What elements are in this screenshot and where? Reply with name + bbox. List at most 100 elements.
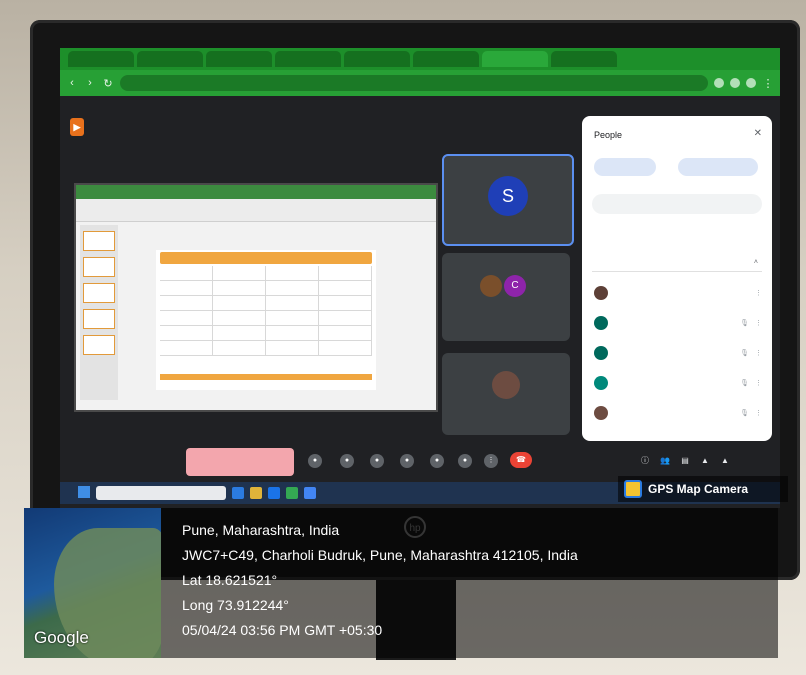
file-explorer-icon[interactable]: [250, 487, 262, 499]
gps-badge: GPS Map Camera: [618, 476, 788, 502]
browser-tab[interactable]: [344, 51, 410, 67]
slide-thumbnail: [83, 309, 115, 329]
monitor-screen: ‹ › ↻ ⋮ ▶ S C People ✕ ˄ ⋮ 🎙 ⋮ 🎙 ⋮ 🎙 ⋮ 🎙…: [60, 48, 780, 508]
browser-tab[interactable]: [206, 51, 272, 67]
gps-address: JWC7+C49, Charholi Budruk, Pune, Maharas…: [182, 547, 578, 563]
gps-timestamp: 05/04/24 03:56 PM GMT +05:30: [182, 622, 383, 638]
add-people-button[interactable]: [678, 158, 758, 176]
store-icon[interactable]: [268, 487, 280, 499]
participant-row[interactable]: 🎙 ⋮: [594, 402, 762, 424]
gps-badge-label: GPS Map Camera: [648, 482, 749, 496]
mic-off-icon: 🎙: [740, 380, 749, 387]
mute-all-button[interactable]: [594, 158, 656, 176]
gps-info: Pune, Maharashtra, India JWC7+C49, Charh…: [182, 518, 578, 643]
avatar: [594, 316, 608, 330]
chevron-up-icon[interactable]: ˄: [754, 259, 758, 266]
chat-icon[interactable]: ▤: [680, 456, 690, 466]
meet-logo-icon: ▶: [70, 118, 84, 136]
profile-icon[interactable]: [746, 78, 756, 88]
shared-app-ribbon: [76, 199, 436, 222]
meet-controls: ● ● ● ● ● ● ⋮ ☎ ⓘ 👥 ▤ ▲ ▲: [60, 444, 780, 476]
participant-row[interactable]: ⋮: [594, 282, 762, 304]
avatar: [594, 406, 608, 420]
gps-location: Pune, Maharashtra, India: [182, 522, 340, 538]
participant-tile[interactable]: [442, 353, 570, 435]
more-options-icon[interactable]: ⋮: [755, 289, 762, 297]
url-input[interactable]: [120, 75, 708, 91]
gps-longitude: Long 73.912244°: [182, 597, 289, 613]
activities-icon[interactable]: ▲: [700, 456, 710, 466]
end-call-button[interactable]: ☎: [510, 452, 532, 468]
search-people-input[interactable]: [592, 194, 762, 214]
panel-title: People: [594, 130, 623, 140]
participant-tile-others[interactable]: C: [442, 253, 570, 341]
windows-start-icon[interactable]: [78, 486, 90, 498]
mic-off-icon: 🎙: [740, 320, 749, 327]
present-icon[interactable]: ●: [430, 454, 444, 468]
mic-off-icon: 🎙: [740, 350, 749, 357]
chrome-icon[interactable]: [286, 487, 298, 499]
raise-hand-icon[interactable]: ●: [458, 454, 472, 468]
slide-table-row: [160, 326, 372, 341]
captions-icon[interactable]: ●: [370, 454, 384, 468]
stop-presenting-button[interactable]: [186, 448, 294, 476]
participant-row[interactable]: 🎙 ⋮: [594, 342, 762, 364]
avatar: [594, 286, 608, 300]
browser-tab[interactable]: [68, 51, 134, 67]
slide-thumbnail: [83, 231, 115, 251]
address-bar: ‹ › ↻ ⋮: [60, 70, 780, 96]
browser-tab[interactable]: [551, 51, 617, 67]
more-options-icon[interactable]: ⋮: [755, 379, 762, 387]
camera-icon[interactable]: ●: [340, 454, 354, 468]
mic-off-icon: 🎙: [740, 410, 749, 417]
slide-thumbnails: [80, 225, 118, 400]
contributors-section[interactable]: ˄: [592, 254, 762, 272]
slide-table-row: [160, 296, 372, 311]
more-options-icon[interactable]: ⋮: [484, 454, 498, 468]
bookmark-icon[interactable]: [714, 78, 724, 88]
slide-table-row: [160, 266, 372, 281]
avatar: [492, 371, 520, 399]
avatar: [594, 346, 608, 360]
avatar: C: [504, 275, 526, 297]
menu-icon[interactable]: ⋮: [762, 77, 774, 90]
people-panel: People ✕ ˄ ⋮ 🎙 ⋮ 🎙 ⋮ 🎙 ⋮ 🎙 ⋮: [582, 116, 772, 441]
info-icon[interactable]: ⓘ: [640, 456, 650, 466]
app-icon[interactable]: [304, 487, 316, 499]
slide-thumbnail: [83, 283, 115, 303]
participant-row[interactable]: 🎙 ⋮: [594, 312, 762, 334]
browser-tab[interactable]: [137, 51, 203, 67]
avatar: [480, 275, 502, 297]
emoji-icon[interactable]: ●: [400, 454, 414, 468]
participant-tile-speaker[interactable]: S: [442, 154, 574, 246]
avatar: [594, 376, 608, 390]
slide-table-row: [160, 311, 372, 326]
browser-tab[interactable]: [413, 51, 479, 67]
browser-tab[interactable]: [275, 51, 341, 67]
taskbar-search-input[interactable]: [96, 486, 226, 500]
avatar: S: [488, 176, 528, 216]
slide-table-row: [160, 281, 372, 296]
map-thumbnail: Google: [24, 508, 161, 658]
browser-tab-bar: [60, 48, 780, 70]
mic-icon[interactable]: ●: [308, 454, 322, 468]
more-options-icon[interactable]: ⋮: [755, 409, 762, 417]
lock-icon[interactable]: ▲: [720, 456, 730, 466]
browser-tab-active[interactable]: [482, 51, 548, 67]
slide-thumbnail: [83, 335, 115, 355]
participant-row[interactable]: 🎙 ⋮: [594, 372, 762, 394]
back-icon[interactable]: ‹: [66, 77, 78, 89]
more-options-icon[interactable]: ⋮: [755, 319, 762, 327]
slide-banner: [160, 252, 372, 264]
slide-table-row: [160, 341, 372, 356]
slide-canvas: [156, 250, 376, 390]
map-provider-label: Google: [34, 628, 89, 647]
reload-icon[interactable]: ↻: [102, 77, 114, 90]
people-icon[interactable]: 👥: [660, 456, 670, 466]
edge-icon[interactable]: [232, 487, 244, 499]
more-options-icon[interactable]: ⋮: [755, 349, 762, 357]
extension-icon[interactable]: [730, 78, 740, 88]
close-icon[interactable]: ✕: [754, 128, 762, 139]
slide-footer-bar: [160, 374, 372, 380]
forward-icon[interactable]: ›: [84, 77, 96, 89]
